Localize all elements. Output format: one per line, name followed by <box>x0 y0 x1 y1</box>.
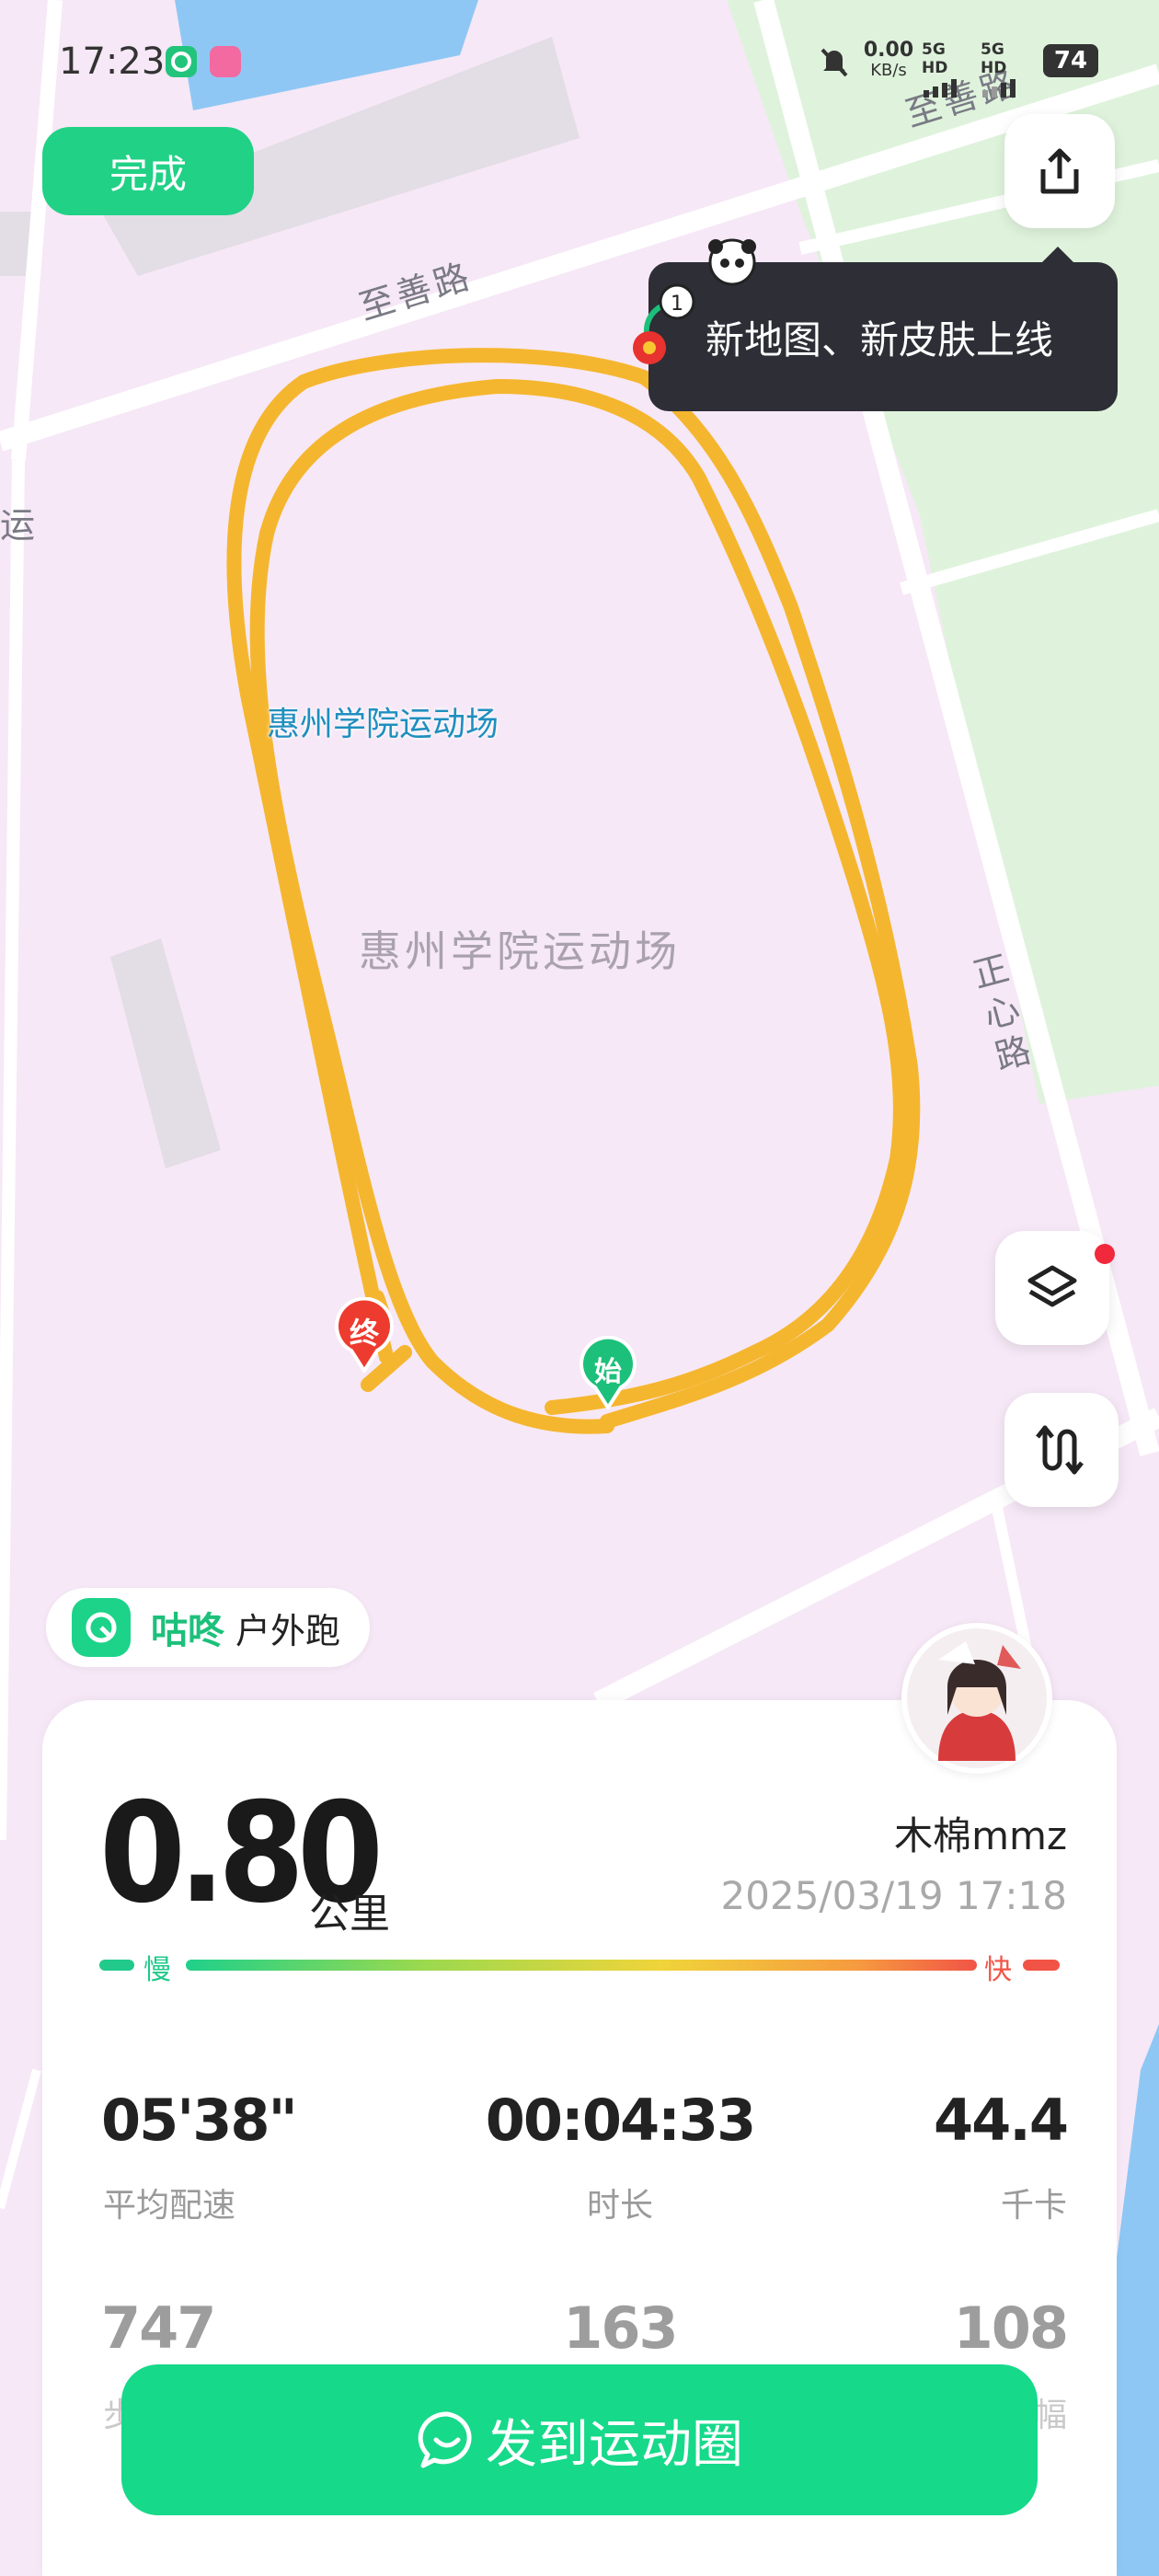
brand-name: 咕咚 <box>151 1610 224 1652</box>
steps-value: 747 <box>101 2294 216 2362</box>
route-replay-button[interactable] <box>1004 1393 1119 1507</box>
workout-datetime: 2025/03/19 17:18 <box>720 1873 1067 1918</box>
start-marker-label: 始 <box>594 1356 622 1388</box>
calories-value: 44.4 <box>934 2087 1069 2154</box>
calories-label: 千卡 <box>1000 2187 1067 2225</box>
svg-text:1: 1 <box>671 293 683 316</box>
app-notification-icon-2 <box>210 46 241 77</box>
pace-bar-right-cap <box>1023 1960 1060 1971</box>
sport-type: 户外跑 <box>235 1610 341 1651</box>
road-label-edge: 运 <box>0 505 40 546</box>
stride-label: 幅 <box>1033 2397 1067 2434</box>
start-marker[interactable]: 始 <box>578 1335 638 1411</box>
pace-slow-label: 慢 <box>143 1954 171 1986</box>
share-to-feed-button[interactable]: 发到运动圈 <box>121 2364 1038 2515</box>
avg-pace-label: 平均配速 <box>103 2187 236 2225</box>
tooltip-arrow <box>1041 247 1074 263</box>
tooltip-mascot-icon: 1 <box>622 230 769 377</box>
codoon-logo-icon <box>72 1598 131 1657</box>
avg-pace-value: 05'38" <box>101 2087 298 2154</box>
duration-value: 00:04:33 <box>485 2087 756 2154</box>
distance-unit: 公里 <box>309 1891 390 1938</box>
share-to-feed-label: 发到运动圈 <box>486 2414 743 2475</box>
area-label-stadium: 惠州学院运动场 <box>359 926 681 976</box>
sport-type-tag: 咕咚 户外跑 <box>46 1588 370 1667</box>
app-notification-icon <box>166 46 197 77</box>
layers-icon <box>1027 1265 1077 1307</box>
cadence-value: 163 <box>563 2294 678 2362</box>
end-marker-label: 终 <box>349 1316 379 1351</box>
username: 木棉mmz <box>894 1813 1067 1858</box>
chat-bubble-icon <box>418 2411 472 2468</box>
signal-bars-icon <box>982 79 1016 98</box>
pace-fast-label: 快 <box>984 1954 1012 1986</box>
duration-label: 时长 <box>586 2187 653 2225</box>
end-marker[interactable]: 终 <box>333 1296 396 1374</box>
done-button[interactable]: 完成 <box>42 127 254 215</box>
map-layers-button[interactable] <box>995 1231 1109 1345</box>
net-speed: 0.00 KB/s <box>863 39 914 81</box>
stride-value: 108 <box>953 2294 1069 2362</box>
signal-2: 5G HD <box>981 40 1030 102</box>
poi-label-stadium[interactable]: 惠州学院运动场 <box>267 697 499 745</box>
share-button[interactable] <box>1004 114 1115 228</box>
signal-1: 5G HD <box>922 40 971 102</box>
signal-bars-icon <box>924 79 957 98</box>
status-time: 17:23 <box>59 40 166 83</box>
avatar[interactable] <box>901 1623 1052 1774</box>
battery-indicator: 74 <box>1043 44 1098 77</box>
share-icon <box>1040 148 1079 194</box>
pace-bar-left-cap <box>99 1960 134 1971</box>
notification-dot <box>1095 1244 1115 1264</box>
mute-icon <box>817 44 852 79</box>
route-icon <box>1036 1425 1084 1475</box>
pace-gradient-bar <box>186 1960 977 1971</box>
